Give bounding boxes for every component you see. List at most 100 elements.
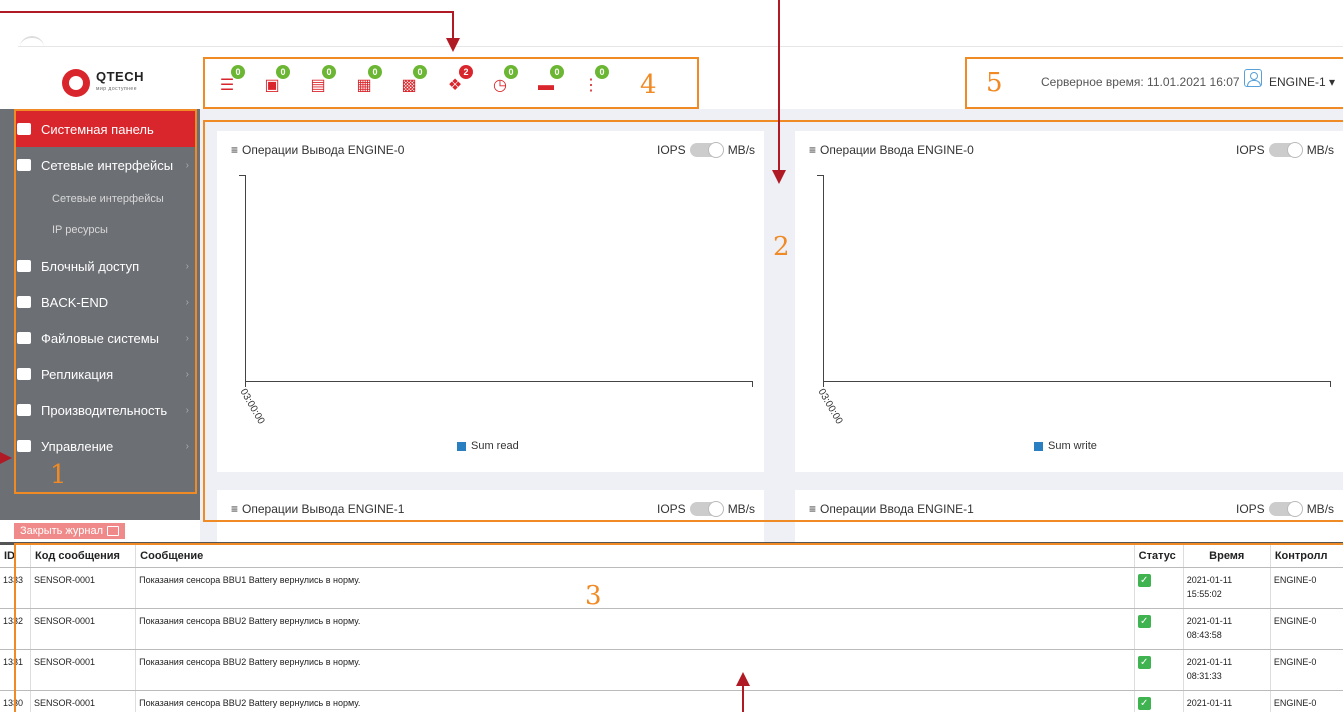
replication-icon[interactable]: ⋮ 0 bbox=[581, 65, 609, 95]
x-axis bbox=[823, 381, 1331, 382]
user-menu[interactable]: ENGINE-1 ▾ bbox=[1269, 75, 1335, 89]
chart-legend[interactable]: Sum read bbox=[457, 440, 519, 452]
unit-toggle[interactable]: IOPS MB/s bbox=[657, 501, 755, 517]
status-badge: 0 bbox=[276, 65, 290, 79]
chart-panel-input-engine0: ≡ Операции Ввода ENGINE-0 IOPS MB/s 03:00:… bbox=[795, 131, 1343, 472]
gears-icon bbox=[17, 332, 31, 344]
callout-4: 4 bbox=[640, 70, 657, 100]
menu-icon[interactable]: ≡ bbox=[809, 143, 816, 157]
legend-swatch bbox=[1034, 441, 1043, 451]
sidebar-subitem-ip[interactable]: IP ресурсы bbox=[52, 224, 108, 236]
y-axis-tick bbox=[239, 175, 245, 176]
column-header[interactable]: Статус bbox=[1134, 545, 1184, 568]
chart-legend[interactable]: Sum write bbox=[1034, 440, 1097, 452]
check-icon: ✓ bbox=[1137, 574, 1151, 587]
database-icon bbox=[17, 296, 31, 308]
column-header[interactable]: Код сообщения bbox=[30, 545, 137, 568]
column-header[interactable]: Контролл bbox=[1270, 545, 1343, 568]
chevron-right-icon: › bbox=[185, 296, 189, 308]
sidebar-subitem-network[interactable]: Сетевые интерфейсы bbox=[52, 193, 164, 205]
table-row[interactable]: 1330 SENSOR-0001 Показания сенсора BBU2 … bbox=[0, 690, 1343, 712]
column-header[interactable]: ID bbox=[0, 545, 32, 568]
toggle-switch[interactable] bbox=[689, 142, 724, 158]
enclosure-icon[interactable]: ▩ 0 bbox=[399, 65, 427, 95]
x-tick-label: 03:00:00 bbox=[815, 387, 845, 427]
column-header[interactable]: Время bbox=[1183, 545, 1271, 568]
user-icon[interactable] bbox=[1244, 69, 1262, 87]
menu-icon[interactable]: ≡ bbox=[231, 502, 238, 516]
callout-1: 1 bbox=[50, 460, 67, 490]
menu-icon[interactable]: ≡ bbox=[231, 143, 238, 157]
arrow-line bbox=[742, 686, 744, 712]
y-axis bbox=[245, 175, 246, 381]
arrow-up-icon bbox=[736, 672, 750, 686]
arrow-down-icon bbox=[772, 170, 786, 184]
toggle-switch[interactable] bbox=[1268, 501, 1303, 517]
chart-panel-output-engine0: ≡ Операции Вывода ENGINE-0 IOPS MB/s 03:00… bbox=[217, 131, 764, 472]
menu-icon[interactable]: ≡ bbox=[809, 502, 816, 516]
callout-3: 3 bbox=[585, 581, 602, 611]
logo[interactable]: QTECH мир доступнее bbox=[62, 63, 172, 103]
sidebar-item-performance[interactable]: Производительность › bbox=[14, 392, 197, 428]
chevron-right-icon: › bbox=[185, 159, 189, 171]
sidebar-item-management[interactable]: Управление › bbox=[14, 428, 197, 464]
sidebar-item-network[interactable]: Сетевые интерфейсы › bbox=[14, 147, 197, 183]
close-log-button[interactable]: Закрыть журнал bbox=[14, 523, 126, 539]
brand-tagline: мир доступнее bbox=[96, 86, 137, 92]
legend-swatch bbox=[457, 441, 466, 451]
server-time: Серверное время: 11.01.2021 16:07 bbox=[1041, 75, 1240, 89]
sidebar-item-system-panel[interactable]: Системная панель bbox=[14, 111, 197, 147]
x-axis-tick bbox=[1330, 381, 1331, 387]
divider bbox=[18, 46, 1343, 47]
status-badge: 0 bbox=[413, 65, 427, 79]
arrow-down-icon bbox=[446, 38, 460, 52]
schedule-icon[interactable]: ◷ 0 bbox=[490, 65, 518, 95]
server-config-icon[interactable]: ▦ 0 bbox=[354, 65, 382, 95]
check-icon: ✓ bbox=[1137, 656, 1151, 669]
table-row[interactable]: 1333 SENSOR-0001 Показания сенсора BBU1 … bbox=[0, 567, 1343, 609]
table-row[interactable]: 1331 SENSOR-0001 Показания сенсора BBU2 … bbox=[0, 649, 1343, 691]
toggle-switch[interactable] bbox=[689, 501, 724, 517]
table-row[interactable]: 1332 SENSOR-0001 Показания сенсора BBU2 … bbox=[0, 608, 1343, 650]
chart-panel-input-engine1: ≡ Операции Ввода ENGINE-1 IOPS MB/s bbox=[795, 490, 1343, 542]
sidebar-item-block[interactable]: Блочный доступ › bbox=[14, 248, 197, 284]
status-badge: 0 bbox=[322, 65, 336, 79]
chevron-right-icon: › bbox=[185, 332, 189, 344]
sidebar-item-filesystems[interactable]: Файловые системы › bbox=[14, 320, 197, 356]
server-icon[interactable]: ▤ 0 bbox=[308, 65, 336, 95]
memory-icon[interactable]: ▬ 0 bbox=[536, 65, 564, 95]
network-icon bbox=[17, 159, 31, 171]
brand-name: QTECH bbox=[96, 69, 144, 84]
sync-icon bbox=[17, 368, 31, 380]
check-icon: ✓ bbox=[1137, 697, 1151, 710]
sidebar-item-backend[interactable]: BACK-END › bbox=[14, 284, 197, 320]
top-strip bbox=[0, 0, 1343, 55]
log-table: ID Код сообщения Сообщение Статус Время … bbox=[0, 545, 1343, 712]
panel-title: Операции Ввода ENGINE-0 bbox=[820, 143, 974, 157]
unit-toggle[interactable]: IOPS MB/s bbox=[1236, 142, 1334, 158]
signal-icon[interactable]: ❖ 2 bbox=[445, 65, 473, 95]
arrow-line bbox=[778, 0, 780, 170]
monitor-icon bbox=[17, 123, 31, 135]
sidebar-item-replication[interactable]: Репликация › bbox=[14, 356, 197, 392]
callout-5: 5 bbox=[986, 68, 1003, 98]
status-badge: 0 bbox=[231, 65, 245, 79]
disk-icon bbox=[17, 260, 31, 272]
monitor-icon bbox=[107, 526, 120, 536]
column-header[interactable]: Сообщение bbox=[135, 545, 1135, 568]
toggle-switch[interactable] bbox=[1268, 142, 1303, 158]
panel-title: Операции Ввода ENGINE-1 bbox=[820, 502, 974, 516]
unit-toggle[interactable]: IOPS MB/s bbox=[657, 142, 755, 158]
event-log: ID Код сообщения Сообщение Статус Время … bbox=[0, 542, 1343, 712]
disk-icon[interactable]: ▣ 0 bbox=[262, 65, 290, 95]
status-badge: 0 bbox=[550, 65, 564, 79]
toggles-icon bbox=[17, 440, 31, 452]
chevron-right-icon: › bbox=[185, 260, 189, 272]
arrow-line bbox=[0, 11, 453, 13]
unit-toggle[interactable]: IOPS MB/s bbox=[1236, 501, 1334, 517]
storage-pool-icon[interactable]: ☰ 0 bbox=[217, 65, 245, 95]
y-axis bbox=[823, 175, 824, 381]
chevron-right-icon: › bbox=[185, 368, 189, 380]
callout-2: 2 bbox=[773, 232, 790, 262]
panel-title: Операции Вывода ENGINE-1 bbox=[242, 502, 405, 516]
